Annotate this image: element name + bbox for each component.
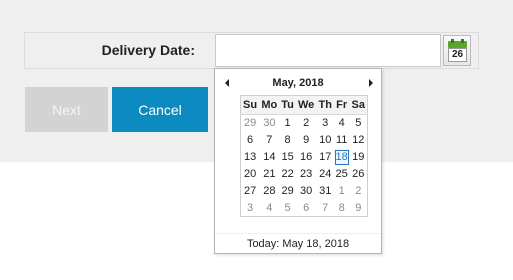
calendar-week-row: 6 7 8 9 10 11 12 xyxy=(241,132,368,149)
calendar-day[interactable]: 8 xyxy=(280,132,296,149)
calendar-week-row: 3 4 5 6 7 8 9 xyxy=(241,200,368,217)
calendar-week-row: 20 21 22 23 24 25 26 xyxy=(241,166,368,183)
calendar-day[interactable]: 7 xyxy=(259,132,279,149)
calendar-grid: Su Mo Tu We Th Fr Sa 29 30 1 2 3 4 5 6 7 xyxy=(240,95,368,217)
weekday-header: Tu xyxy=(279,95,296,115)
weekday-header: We xyxy=(295,95,317,115)
calendar-day[interactable]: 19 xyxy=(350,149,368,166)
calendar-day[interactable]: 29 xyxy=(241,115,260,132)
calendar-day[interactable]: 1 xyxy=(334,183,350,200)
calendar-day[interactable]: 17 xyxy=(317,149,334,166)
cancel-button[interactable]: Cancel xyxy=(112,87,208,132)
calendar-week-row: 27 28 29 30 31 1 2 xyxy=(241,183,368,200)
calendar-day[interactable]: 5 xyxy=(280,200,296,217)
calendar-icon-ring xyxy=(461,39,464,43)
calendar-day[interactable]: 6 xyxy=(241,132,260,149)
calendar-week-row: 13 14 15 16 17 18 19 xyxy=(241,148,368,166)
date-picker-popup: May, 2018 Su Mo Tu We Th Fr Sa 29 30 1 2… xyxy=(214,68,382,254)
calendar-day[interactable]: 27 xyxy=(241,183,260,200)
calendar-day[interactable]: 2 xyxy=(296,115,317,132)
calendar-day-selected[interactable]: 18 xyxy=(333,148,350,166)
calendar-day[interactable]: 4 xyxy=(259,200,279,217)
calendar-day[interactable]: 16 xyxy=(296,149,317,166)
calendar-day[interactable]: 9 xyxy=(350,200,368,217)
calendar-day[interactable]: 10 xyxy=(317,132,334,149)
calendar-day[interactable]: 15 xyxy=(280,149,296,166)
calendar-day[interactable]: 30 xyxy=(259,115,279,132)
weekday-header: Mo xyxy=(259,95,280,115)
weekday-header: Sa xyxy=(349,95,368,115)
delivery-date-label: Delivery Date: xyxy=(101,42,195,58)
calendar-day[interactable]: 7 xyxy=(317,200,334,217)
calendar-day[interactable]: 20 xyxy=(241,166,260,183)
calendar-day[interactable]: 4 xyxy=(334,115,350,132)
calendar-day[interactable]: 31 xyxy=(317,183,334,200)
calendar-day[interactable]: 29 xyxy=(280,183,296,200)
calendar-day[interactable]: 25 xyxy=(334,166,350,183)
calendar-day[interactable]: 1 xyxy=(280,115,296,132)
calendar-icon-ring xyxy=(451,39,454,43)
weekday-header: Su xyxy=(240,95,260,115)
calendar-day[interactable]: 24 xyxy=(317,166,334,183)
next-button[interactable]: Next xyxy=(25,87,108,132)
calendar-day[interactable]: 2 xyxy=(350,183,368,200)
calendar-day[interactable]: 13 xyxy=(241,149,260,166)
calendar-day[interactable]: 22 xyxy=(280,166,296,183)
calendar-day[interactable]: 30 xyxy=(296,183,317,200)
calendar-day[interactable]: 28 xyxy=(259,183,279,200)
calendar-button[interactable]: 26 xyxy=(443,35,471,66)
today-link[interactable]: Today: May 18, 2018 xyxy=(215,233,381,253)
calendar-week-row: 29 30 1 2 3 4 5 xyxy=(241,115,368,132)
calendar-day[interactable]: 26 xyxy=(350,166,368,183)
weekday-header: Th xyxy=(316,95,334,115)
calendar-day[interactable]: 3 xyxy=(241,200,260,217)
calendar-day[interactable]: 8 xyxy=(334,200,350,217)
weekday-header-row: Su Mo Tu We Th Fr Sa xyxy=(240,95,368,115)
weekday-header: Fr xyxy=(333,95,350,115)
month-title: May, 2018 xyxy=(272,77,324,89)
calendar-day[interactable]: 6 xyxy=(296,200,317,217)
chevron-right-icon[interactable] xyxy=(369,79,373,87)
delivery-date-input[interactable] xyxy=(215,34,441,67)
calendar-day[interactable]: 3 xyxy=(317,115,334,132)
calendar-day[interactable]: 12 xyxy=(350,132,368,149)
calendar-icon-day: 26 xyxy=(448,48,467,62)
calendar-day[interactable]: 14 xyxy=(259,149,279,166)
delivery-date-row: Delivery Date: 26 xyxy=(24,32,479,69)
calendar-day[interactable]: 21 xyxy=(259,166,279,183)
calendar-day[interactable]: 11 xyxy=(334,132,350,149)
calendar-day[interactable]: 23 xyxy=(296,166,317,183)
calendar-day[interactable]: 9 xyxy=(296,132,317,149)
calendar-day[interactable]: 5 xyxy=(350,115,368,132)
